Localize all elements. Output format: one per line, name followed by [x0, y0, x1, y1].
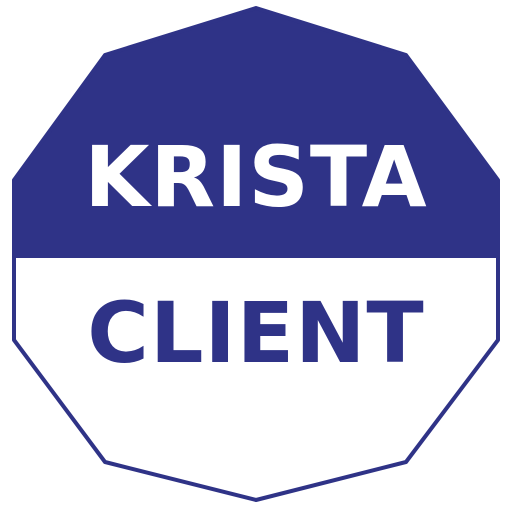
logo-line-client: CLIENT: [87, 284, 424, 382]
logo-badge: KRISTA CLIENT: [12, 6, 500, 502]
logo-line-krista: KRISTA: [84, 128, 427, 226]
krista-client-logo: KRISTA CLIENT: [0, 0, 512, 512]
